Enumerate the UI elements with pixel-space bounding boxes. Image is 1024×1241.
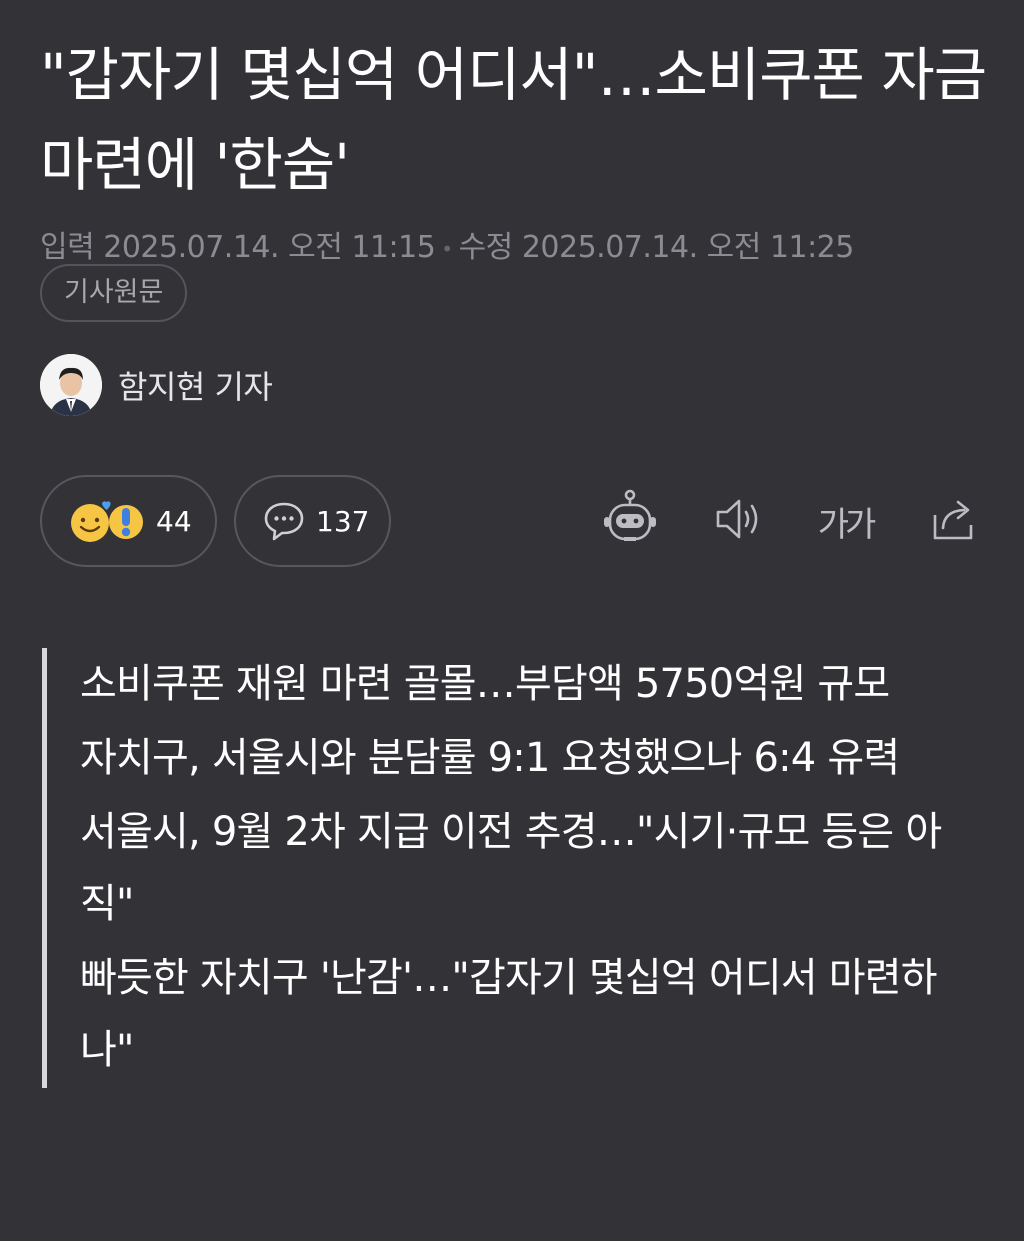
share-button[interactable] (924, 489, 984, 553)
summary-line: 서울시, 9월 2차 지급 이전 추경…"시기·규모 등은 아직" (80, 809, 942, 927)
edit-label: 수정 (458, 230, 514, 265)
article-summary: 소비쿠폰 재원 마련 골몰…부담액 5750억원 규모 자치구, 서울시와 분담… (42, 648, 962, 1088)
summary-bot-button[interactable] (600, 489, 660, 553)
summary-line: 빠듯한 자치구 '난감'…"갑자기 몇십억 어디서 마련하나" (80, 955, 938, 1073)
article-dateline: 입력 2025.07.14. 오전 11:15 • 수정 2025.07.14. 오… (40, 222, 854, 266)
summary-line: 소비쿠폰 재원 마련 골몰…부담액 5750억원 규모 (80, 661, 890, 707)
reaction-count: 44 (156, 504, 192, 538)
comment-count: 137 (316, 504, 370, 538)
separator-dot: • (441, 236, 453, 261)
font-size-icon: 가가 (817, 497, 877, 546)
input-label: 입력 (40, 230, 95, 265)
font-size-button[interactable]: 가가 (810, 489, 880, 553)
edit-date: 2025.07.14. 오전 11:25 (521, 230, 855, 265)
article-headline: "갑자기 몇십억 어디서"…소비쿠폰 자금 마련에 '한숨' (40, 41, 987, 199)
author-avatar[interactable] (40, 354, 102, 416)
comment-button[interactable]: 137 (234, 475, 391, 567)
original-article-button[interactable]: 기사원문 (40, 264, 188, 322)
input-date: 2025.07.14. 오전 11:15 (103, 230, 436, 265)
exclamation-emoji-icon (106, 498, 146, 544)
share-icon (926, 491, 982, 551)
summary-line: 자치구, 서울시와 분담률 9:1 요청했으나 6:4 유력 (80, 735, 900, 781)
author-name[interactable]: 함지현 기자 (118, 362, 273, 408)
comment-icon (262, 499, 306, 543)
font-size-icon-text: 가가 (817, 504, 877, 545)
listen-button[interactable] (708, 489, 768, 553)
author-row[interactable]: 함지현 기자 (40, 354, 273, 416)
robot-icon (600, 489, 660, 553)
reaction-button[interactable]: 44 (40, 475, 217, 567)
speaker-icon (710, 491, 766, 551)
